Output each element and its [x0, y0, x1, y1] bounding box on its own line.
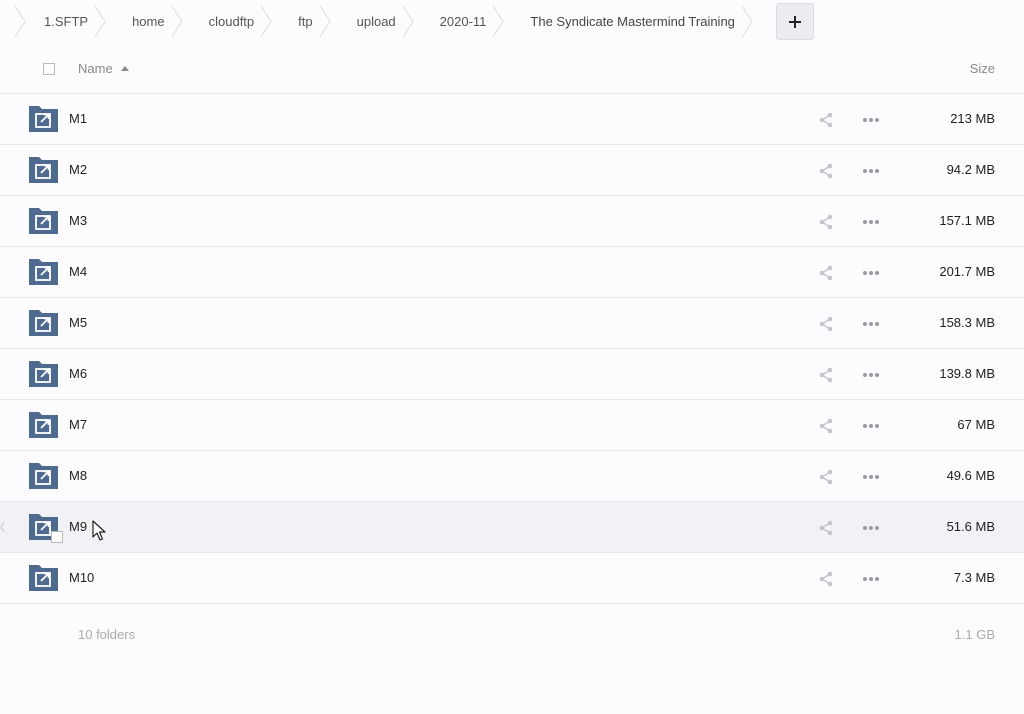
- folder-size: 94.2 MB: [946, 162, 995, 177]
- row-checkbox[interactable]: [51, 531, 63, 543]
- list-item[interactable]: M2 94.2 MB: [0, 145, 1024, 196]
- shared-folder-icon: [29, 463, 58, 489]
- share-icon[interactable]: [818, 469, 834, 485]
- folder-name: M7: [69, 417, 88, 432]
- list-item[interactable]: M10 7.3 MB: [0, 553, 1024, 604]
- share-icon[interactable]: [818, 214, 834, 230]
- share-icon[interactable]: [818, 520, 834, 536]
- mouse-cursor-icon: [92, 520, 106, 541]
- breadcrumb-item-current-folder[interactable]: The Syndicate Mastermind Training: [504, 0, 753, 43]
- folder-count: 10 folders: [78, 627, 136, 642]
- folder-size: 7.3 MB: [953, 570, 995, 585]
- breadcrumb: 1.SFTP home cloudftp ftp upload 2020-11 …: [0, 0, 1024, 43]
- folder-name: M2: [69, 162, 88, 177]
- row-indicator-icon: [0, 522, 5, 532]
- list-item[interactable]: M8 49.6 MB: [0, 451, 1024, 502]
- breadcrumb-separator-icon: [741, 6, 753, 37]
- folder-name: M9: [69, 519, 88, 534]
- share-icon[interactable]: [818, 316, 834, 332]
- folder-size: 213 MB: [950, 111, 995, 126]
- shared-folder-icon: [29, 361, 58, 387]
- more-options-icon[interactable]: [861, 368, 881, 382]
- list-footer: 10 folders 1.1 GB: [0, 604, 1024, 664]
- folder-name: M1: [69, 111, 88, 126]
- more-options-icon[interactable]: [861, 164, 881, 178]
- list-item[interactable]: M6 139.8 MB: [0, 349, 1024, 400]
- shared-folder-icon: [29, 565, 58, 591]
- folder-size: 139.8 MB: [939, 366, 995, 381]
- list-item[interactable]: M9 51.6 MB: [0, 502, 1024, 553]
- breadcrumb-separator-icon: [319, 6, 331, 37]
- list-item[interactable]: M1 213 MB: [0, 94, 1024, 145]
- shared-folder-icon: [29, 208, 58, 234]
- share-icon[interactable]: [818, 163, 834, 179]
- share-icon[interactable]: [818, 571, 834, 587]
- breadcrumb-label: 2020-11: [439, 14, 487, 29]
- share-icon[interactable]: [818, 265, 834, 281]
- shared-folder-icon: [29, 310, 58, 336]
- share-icon[interactable]: [818, 367, 834, 383]
- list-item[interactable]: M5 158.3 MB: [0, 298, 1024, 349]
- folder-size: 49.6 MB: [946, 468, 995, 483]
- folder-name: M6: [69, 366, 88, 381]
- folder-name: M3: [69, 213, 88, 228]
- breadcrumb-label: upload: [356, 14, 396, 29]
- share-icon[interactable]: [818, 112, 834, 128]
- more-options-icon[interactable]: [861, 419, 881, 433]
- more-options-icon[interactable]: [861, 572, 881, 586]
- more-options-icon[interactable]: [861, 266, 881, 280]
- breadcrumb-item-cloudftp[interactable]: cloudftp: [183, 0, 273, 43]
- add-button[interactable]: [776, 3, 814, 40]
- breadcrumb-label: home: [132, 14, 165, 29]
- breadcrumb-label: The Syndicate Mastermind Training: [530, 14, 735, 29]
- list-header: Name Size: [0, 43, 1024, 94]
- name-column-header[interactable]: Name: [78, 61, 129, 76]
- breadcrumb-label: ftp: [298, 14, 313, 29]
- shared-folder-icon: [29, 412, 58, 438]
- breadcrumb-item-upload[interactable]: upload: [331, 0, 414, 43]
- plus-icon: [789, 15, 801, 28]
- more-options-icon[interactable]: [861, 317, 881, 331]
- shared-folder-icon: [29, 157, 58, 183]
- shared-folder-icon: [29, 106, 58, 132]
- breadcrumb-item-ftp[interactable]: ftp: [272, 0, 331, 43]
- breadcrumb-label: 1.SFTP: [44, 14, 89, 29]
- more-options-icon[interactable]: [861, 215, 881, 229]
- more-options-icon[interactable]: [861, 113, 881, 127]
- breadcrumb-separator-icon: [260, 6, 272, 37]
- folder-name: M10: [69, 570, 95, 585]
- folder-name: M8: [69, 468, 88, 483]
- folder-size: 51.6 MB: [946, 519, 995, 534]
- folder-size: 158.3 MB: [939, 315, 995, 330]
- shared-folder-icon: [29, 259, 58, 285]
- breadcrumb-item-sftp[interactable]: 1.SFTP: [0, 0, 106, 43]
- list-item[interactable]: M4 201.7 MB: [0, 247, 1024, 298]
- folder-list: M1 213 MB M2 94.2 MB M3 157.1 MB M4 201.…: [0, 94, 1024, 604]
- folder-name: M4: [69, 264, 88, 279]
- folder-size: 157.1 MB: [939, 213, 995, 228]
- breadcrumb-item-home[interactable]: home: [106, 0, 183, 43]
- total-size: 1.1 GB: [954, 627, 995, 642]
- breadcrumb-label: cloudftp: [208, 14, 255, 29]
- list-item[interactable]: M3 157.1 MB: [0, 196, 1024, 247]
- share-icon[interactable]: [818, 418, 834, 434]
- breadcrumb-separator-icon: [492, 6, 505, 37]
- select-all-checkbox[interactable]: [43, 63, 55, 75]
- breadcrumb-separator-icon: [402, 6, 414, 37]
- name-column-label: Name: [78, 61, 113, 76]
- more-options-icon[interactable]: [861, 470, 881, 484]
- folder-name: M5: [69, 315, 88, 330]
- folder-size: 67 MB: [957, 417, 995, 432]
- folder-size: 201.7 MB: [939, 264, 995, 279]
- more-options-icon[interactable]: [861, 521, 881, 535]
- sort-ascending-icon: [120, 66, 129, 71]
- file-browser: 1.SFTP home cloudftp ftp upload 2020-11 …: [0, 0, 1024, 714]
- breadcrumb-item-2020-11[interactable]: 2020-11: [414, 0, 505, 43]
- list-item[interactable]: M7 67 MB: [0, 400, 1024, 451]
- breadcrumb-separator-icon: [171, 6, 183, 37]
- breadcrumb-separator-icon: [94, 6, 106, 37]
- size-column-header[interactable]: Size: [970, 61, 995, 76]
